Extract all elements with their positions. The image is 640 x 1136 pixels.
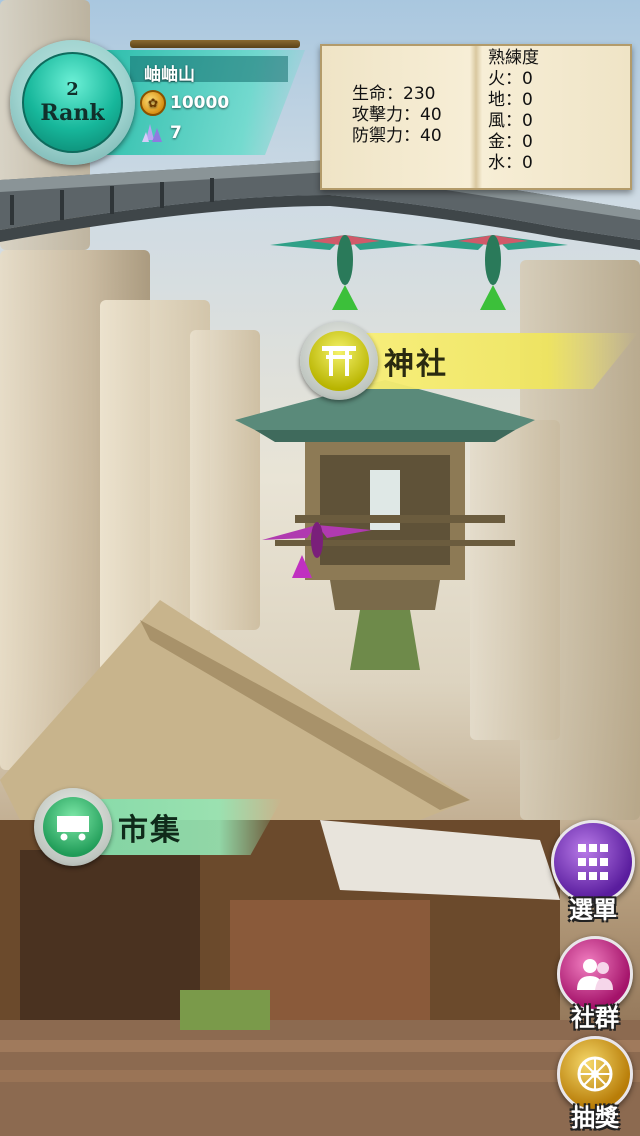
dragon-creature — [262, 522, 372, 578]
village-house — [0, 600, 640, 1136]
menu-label: 選單 — [569, 896, 617, 924]
earth-stat: 地：0 — [488, 90, 533, 110]
gem-amount: 7 — [170, 123, 182, 143]
dragon-creature — [270, 235, 420, 310]
metal-stat: 金：0 — [488, 132, 533, 152]
social-button[interactable]: 社群 — [552, 936, 638, 1033]
fire-stat: 火：0 — [488, 69, 533, 89]
water-stat: 水：0 — [488, 153, 533, 173]
rank-label: Rank — [40, 100, 105, 126]
social-label: 社群 — [571, 1004, 619, 1032]
rank-number: 2 — [66, 79, 79, 100]
hp-stat: 生命：230 — [352, 84, 436, 104]
gem-icon — [142, 124, 162, 142]
attack-stat: 攻擊力：40 — [352, 105, 442, 125]
draw-button[interactable]: 抽獎 — [552, 1036, 638, 1133]
experience-bar — [130, 40, 300, 48]
draw-label: 抽獎 — [571, 1104, 619, 1132]
menu-button[interactable]: 選單 — [550, 820, 636, 925]
cart-icon — [43, 797, 103, 857]
wind-stat: 風：0 — [488, 111, 533, 131]
gem-counter: 7 — [140, 120, 182, 146]
market-location-button[interactable]: 市集 — [34, 788, 282, 866]
coin-counter: ✿ 10000 — [140, 90, 229, 116]
proficiency-stats: 熟練度 火：0 地：0 風：0 金：0 水：0 — [488, 48, 539, 174]
dragon-creature — [418, 235, 568, 310]
player-panel: 岫岫山 ✿ 10000 7 2 Rank — [10, 40, 310, 165]
combat-stats: 生命：230 攻擊力：40 防禦力：40 — [352, 84, 442, 147]
market-icon-frame — [34, 788, 112, 866]
rank-orb-icon: 2 Rank — [22, 52, 123, 153]
torii-gate-icon — [309, 331, 369, 391]
stats-book: 生命：230 攻擊力：40 防禦力：40 熟練度 火：0 地：0 風：0 金：0… — [320, 44, 632, 190]
player-name: 岫岫山 — [144, 65, 195, 85]
coin-amount: 10000 — [170, 93, 230, 113]
proficiency-title: 熟練度 — [488, 48, 539, 68]
shrine-label: 神社 — [338, 333, 638, 389]
rank-badge[interactable]: 2 Rank — [10, 40, 135, 165]
shrine-icon-frame — [300, 322, 378, 400]
defense-stat: 防禦力：40 — [352, 126, 442, 146]
shrine-location-button[interactable]: 神社 — [300, 322, 638, 400]
coin-icon: ✿ — [140, 90, 166, 116]
